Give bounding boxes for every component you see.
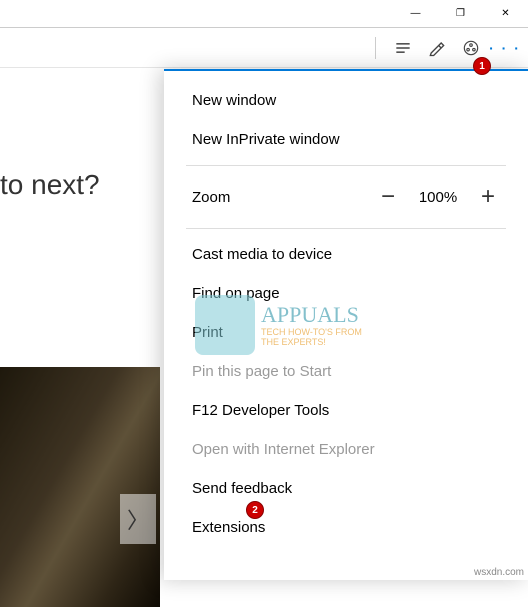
minimize-button[interactable]: —	[393, 0, 438, 28]
toolbar-separator	[375, 37, 376, 59]
page-headline-fragment: to next?	[0, 169, 100, 201]
zoom-in-button[interactable]: +	[470, 182, 506, 212]
menu-new-window[interactable]: New window	[164, 81, 528, 120]
menu-dev-tools[interactable]: F12 Developer Tools	[164, 391, 528, 430]
menu-separator	[186, 165, 506, 166]
carousel-next-button[interactable]: 〉	[120, 494, 156, 544]
annotation-badge-1: 1	[473, 57, 491, 75]
menu-zoom-row: Zoom − 100% +	[164, 172, 528, 222]
chevron-right-icon: 〉	[127, 503, 149, 535]
more-actions-menu: New window New InPrivate window Zoom − 1…	[164, 69, 528, 580]
maximize-button[interactable]: ❐	[438, 0, 483, 28]
menu-pin-to-start: Pin this page to Start	[164, 352, 528, 391]
menu-send-feedback[interactable]: Send feedback	[164, 469, 528, 508]
zoom-value: 100%	[414, 189, 462, 206]
menu-print[interactable]: Print	[164, 313, 528, 352]
annotation-badge-2: 2	[246, 501, 264, 519]
web-note-icon[interactable]	[420, 31, 454, 65]
menu-extensions[interactable]: Extensions 2	[164, 508, 293, 547]
menu-find-on-page[interactable]: Find on page	[164, 274, 528, 313]
menu-new-inprivate[interactable]: New InPrivate window	[164, 120, 528, 159]
menu-cast-media[interactable]: Cast media to device	[164, 235, 528, 274]
reading-view-icon[interactable]	[386, 31, 420, 65]
browser-toolbar: · · ·	[0, 28, 528, 68]
source-watermark: wsxdn.com	[474, 567, 524, 578]
menu-extensions-label: Extensions	[192, 519, 265, 536]
close-button[interactable]: ✕	[483, 0, 528, 28]
news-thumbnail[interactable]	[0, 367, 160, 607]
menu-open-ie: Open with Internet Explorer	[164, 430, 528, 469]
menu-separator	[186, 228, 506, 229]
zoom-label: Zoom	[192, 189, 370, 206]
window-titlebar: — ❐ ✕	[0, 0, 528, 28]
more-actions-icon[interactable]: · · ·	[488, 31, 522, 65]
zoom-out-button[interactable]: −	[370, 182, 406, 212]
